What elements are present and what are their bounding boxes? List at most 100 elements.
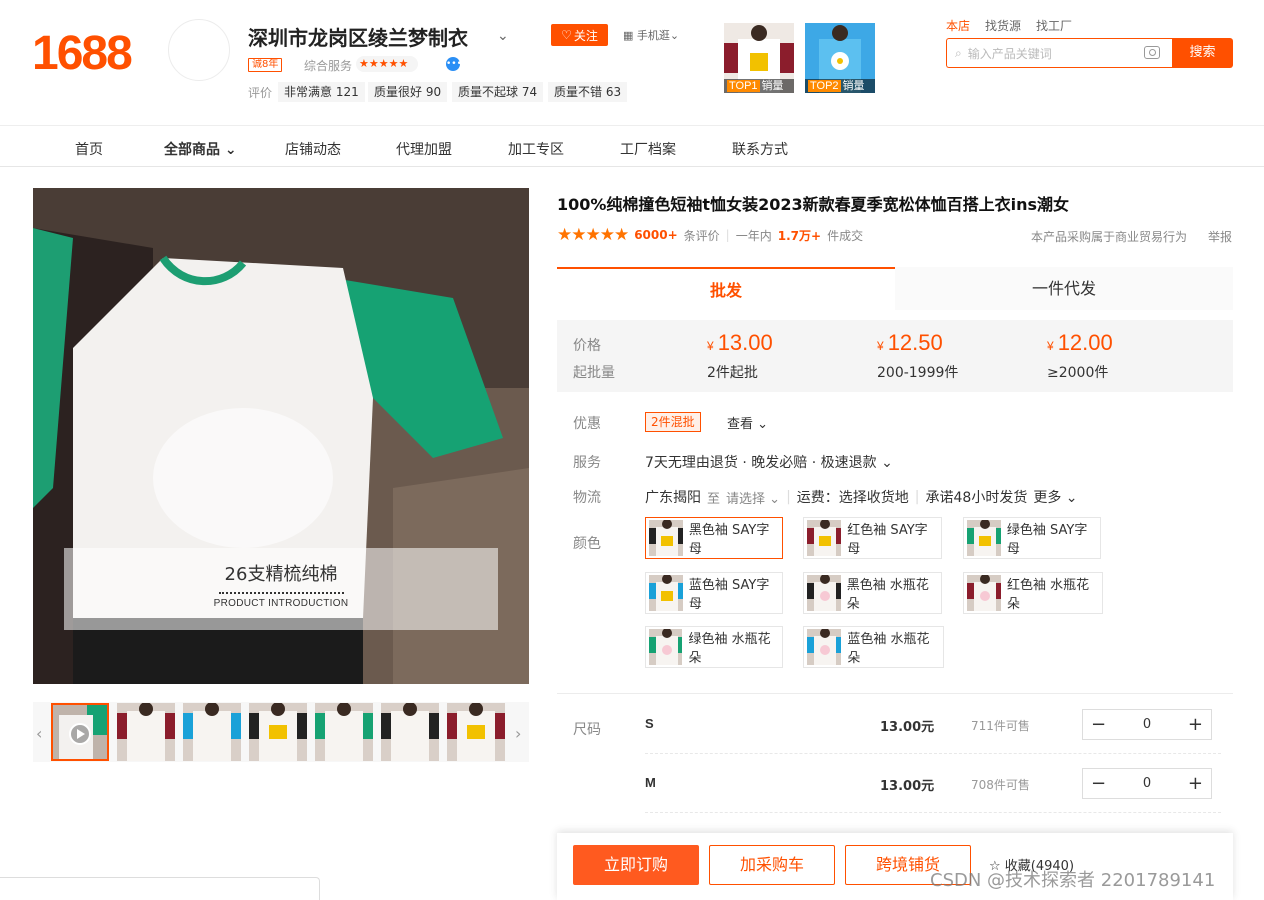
report-link[interactable]: 举报: [1208, 228, 1232, 245]
tier-qty: 2件起批: [707, 365, 758, 381]
thumbnail[interactable]: [249, 703, 307, 761]
quantity-value[interactable]: 0: [1143, 776, 1151, 791]
color-option-label: 黑色袖 水瓶花朵: [846, 578, 929, 612]
fulfilment-tabs: 一件代发 批发: [557, 267, 1233, 310]
logistics-label: 物流: [573, 490, 601, 506]
service-label: 服务: [573, 455, 601, 471]
tab-this-shop[interactable]: 本店: [946, 17, 970, 34]
color-option[interactable]: 黑色袖 水瓶花朵: [803, 572, 942, 614]
watermark: CSDN @技术探索者 2201789141: [930, 870, 1216, 891]
color-swatch-image: [967, 520, 1001, 556]
tab-find-factory[interactable]: 找工厂: [1036, 17, 1072, 34]
thumbnail-strip: ‹ ›: [33, 702, 529, 762]
intro-subtitle: PRODUCT INTRODUCTION: [213, 598, 349, 609]
thumbnail[interactable]: [381, 703, 439, 761]
search-icon: ⌕: [955, 45, 962, 60]
review-tag[interactable]: 非常满意 121: [278, 82, 365, 102]
heart-icon: ♡: [561, 28, 572, 42]
size-label: 尺码: [573, 722, 601, 738]
review-count[interactable]: 6000+: [634, 228, 677, 242]
size-row-m: M 13.00元 708件可售 − 0 +: [645, 755, 1221, 813]
color-option[interactable]: 蓝色袖 SAY字母: [645, 572, 783, 614]
color-option[interactable]: 蓝色袖 水瓶花朵: [803, 626, 944, 668]
nav-processing[interactable]: 加工专区: [508, 139, 564, 159]
minus-button[interactable]: −: [1091, 714, 1106, 735]
color-option[interactable]: 绿色袖 SAY字母: [963, 517, 1101, 559]
chevron-down-icon[interactable]: ⌄: [497, 28, 509, 44]
nav-all-products[interactable]: 全部商品 ⌄: [164, 139, 237, 159]
minus-button[interactable]: −: [1091, 773, 1106, 794]
search-button[interactable]: 搜索: [1172, 38, 1233, 68]
plus-button[interactable]: +: [1188, 773, 1203, 794]
tier-qty: ≥2000件: [1047, 365, 1109, 381]
top-seller-thumb[interactable]: TOP2 销量: [805, 23, 875, 93]
bottom-left-panel: [0, 877, 320, 900]
color-label: 颜色: [573, 536, 601, 552]
thumbnail[interactable]: [447, 703, 505, 761]
destination-select[interactable]: 请选择 ⌄: [726, 488, 780, 507]
color-option[interactable]: 绿色袖 水瓶花朵: [645, 626, 783, 668]
chevron-left-icon[interactable]: ‹: [36, 724, 42, 743]
size-stock: 708件可售: [971, 778, 1030, 792]
chevron-right-icon[interactable]: ›: [515, 724, 521, 743]
color-option[interactable]: 红色袖 水瓶花朵: [963, 572, 1103, 614]
more-button[interactable]: 更多 ⌄: [1033, 487, 1077, 507]
search-input[interactable]: ⌕ 输入产品关键词: [946, 38, 1172, 68]
color-swatch-image: [649, 520, 683, 556]
sold-count: 1.7万+: [777, 228, 822, 243]
site-logo[interactable]: 1688: [32, 26, 133, 81]
freight: 运费：选择收货地: [796, 490, 909, 506]
service-guarantees[interactable]: 7天无理由退货 · 晚发必赔 · 极速退款 ⌄: [645, 452, 893, 472]
nav-agency[interactable]: 代理加盟: [396, 139, 452, 159]
intro-overlay: 26支精梳纯棉 PRODUCT INTRODUCTION: [64, 548, 498, 630]
nav-contact[interactable]: 联系方式: [732, 139, 788, 159]
chevron-down-icon: ⌄: [757, 417, 769, 432]
chevron-down-icon: ⌄: [881, 455, 893, 471]
color-option-label: 红色袖 水瓶花朵: [1007, 578, 1090, 612]
rating-row: ★★★★★ 6000+ 条评价 | 一年内 1.7万+ 件成交: [557, 225, 864, 245]
tab-find-goods[interactable]: 找货源: [985, 17, 1021, 34]
plus-button[interactable]: +: [1188, 714, 1203, 735]
size-price: 13.00元: [880, 779, 935, 794]
follow-button[interactable]: ♡ 关注: [551, 24, 608, 46]
review-tag[interactable]: 质量不起球 74: [452, 82, 544, 102]
color-option[interactable]: 黑色袖 SAY字母: [645, 517, 783, 559]
camera-icon[interactable]: [1144, 46, 1160, 59]
years-badge: 诚8年: [248, 58, 283, 72]
logistics-row: 广东揭阳 至 请选择 ⌄ | 运费：选择收货地 | 承诺48小时发货 更多 ⌄: [645, 487, 1078, 507]
main-product-image[interactable]: 26支精梳纯棉 PRODUCT INTRODUCTION: [33, 188, 529, 684]
size-price: 13.00元: [880, 720, 935, 735]
thumbnail[interactable]: [117, 703, 175, 761]
top-seller-thumb[interactable]: TOP1 销量: [724, 23, 794, 93]
nav-dynamics[interactable]: 店铺动态: [285, 139, 341, 159]
quantity-value[interactable]: 0: [1143, 717, 1151, 732]
color-option-label: 黑色袖 SAY字母: [688, 523, 770, 557]
tab-wholesale[interactable]: 批发: [557, 267, 895, 310]
thumbnail-video[interactable]: [51, 703, 109, 761]
shop-name[interactable]: 深圳市龙岗区绫兰梦制衣: [248, 22, 468, 51]
thumbnail[interactable]: [183, 703, 241, 761]
color-option-label: 绿色袖 水瓶花朵: [688, 632, 771, 666]
color-option-label: 蓝色袖 SAY字母: [688, 578, 770, 612]
promo-tag: 2件混批: [645, 412, 701, 432]
nav-home[interactable]: 首页: [75, 139, 103, 159]
color-swatch-image: [649, 629, 683, 665]
business-notice: 本产品采购属于商业贸易行为: [1031, 230, 1188, 244]
view-discount-button[interactable]: 查看 ⌄: [727, 413, 768, 432]
thumbnail[interactable]: [315, 703, 373, 761]
reviews-label: 评价: [248, 86, 273, 100]
review-tag[interactable]: 质量不错 63: [548, 82, 628, 102]
nav-factory[interactable]: 工厂档案: [620, 139, 676, 159]
color-option-label: 蓝色袖 水瓶花朵: [847, 632, 930, 666]
mobile-browse-link[interactable]: ▦ 手机逛⌄: [623, 27, 679, 43]
add-to-cart-button[interactable]: 加采购车: [709, 845, 835, 885]
size-stock: 711件可售: [971, 719, 1030, 733]
shop-avatar[interactable]: [168, 19, 230, 81]
info-icon[interactable]: •••: [446, 57, 462, 71]
color-option[interactable]: 红色袖 SAY字母: [803, 517, 942, 559]
origin: 广东揭阳: [645, 490, 701, 506]
tab-dropship[interactable]: 一件代发: [895, 267, 1233, 310]
size-name: S: [645, 716, 654, 731]
buy-now-button[interactable]: 立即订购: [573, 845, 699, 885]
review-tag[interactable]: 质量很好 90: [368, 82, 448, 102]
